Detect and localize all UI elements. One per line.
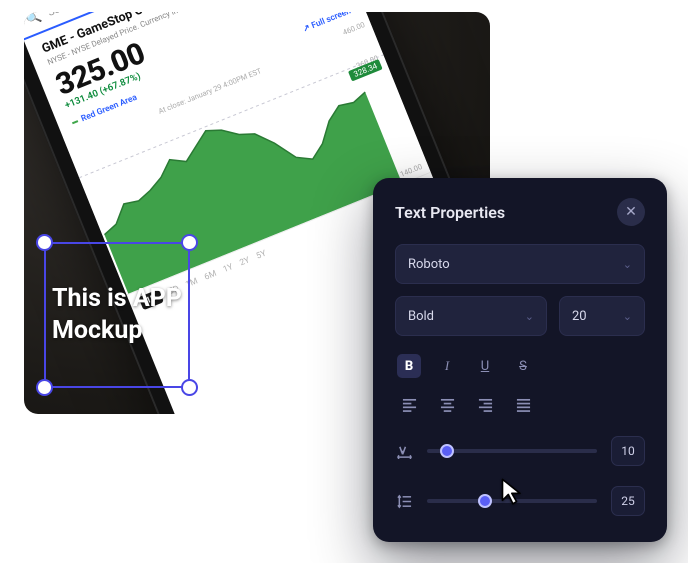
selection-handle-tr[interactable] <box>181 234 198 251</box>
chevron-down-icon: ⌄ <box>525 310 534 323</box>
range-6m[interactable]: 6M <box>203 268 218 282</box>
letter-spacing-thumb[interactable] <box>440 444 454 458</box>
bold-icon: B <box>405 359 413 374</box>
selected-text-content[interactable]: This is APP Mockup <box>52 254 182 376</box>
letter-spacing-readout[interactable]: 10 <box>611 436 645 466</box>
align-left-icon <box>402 397 417 412</box>
line-height-row: 25 <box>395 486 645 516</box>
strikethrough-icon: S <box>519 359 527 374</box>
font-weight-value: Bold <box>408 309 434 324</box>
close-button[interactable]: ✕ <box>617 198 645 226</box>
range-1y[interactable]: 1Y <box>222 262 235 275</box>
text-align-row <box>395 392 645 416</box>
line-height-slider[interactable] <box>427 499 597 503</box>
font-weight-select[interactable]: Bold ⌄ <box>395 296 547 336</box>
line-height-readout[interactable]: 25 <box>611 486 645 516</box>
chevron-down-icon: ⌄ <box>623 310 632 323</box>
range-2y[interactable]: 2Y <box>238 255 251 268</box>
letter-spacing-icon <box>395 444 413 459</box>
align-right-icon <box>478 397 493 412</box>
text-selection-box[interactable]: This is APP Mockup <box>34 232 200 398</box>
align-center-icon <box>440 397 455 412</box>
align-center-button[interactable] <box>435 392 459 416</box>
align-left-button[interactable] <box>397 392 421 416</box>
align-justify-icon <box>516 397 531 412</box>
letter-spacing-slider[interactable] <box>427 449 597 453</box>
underline-icon: U <box>481 359 489 374</box>
line-height-icon <box>395 494 413 509</box>
underline-button[interactable]: U <box>473 354 497 378</box>
font-family-select[interactable]: Roboto ⌄ <box>395 244 645 284</box>
selection-handle-bl[interactable] <box>36 379 53 396</box>
search-icon: 🔍 <box>24 12 43 27</box>
selection-handle-tl[interactable] <box>36 234 53 251</box>
text-style-row: B I U S <box>395 354 645 378</box>
font-family-value: Roboto <box>408 257 450 272</box>
panel-title: Text Properties <box>395 203 505 222</box>
text-properties-panel: Text Properties ✕ Roboto ⌄ Bold ⌄ 20 ⌄ B… <box>373 178 667 542</box>
strikethrough-button[interactable]: S <box>511 354 535 378</box>
bold-button[interactable]: B <box>397 354 421 378</box>
font-size-select[interactable]: 20 ⌄ <box>559 296 645 336</box>
close-icon: ✕ <box>625 204 637 220</box>
range-5y[interactable]: 5Y <box>255 248 268 261</box>
italic-button[interactable]: I <box>435 354 459 378</box>
italic-icon: I <box>445 358 449 374</box>
chevron-down-icon: ⌄ <box>623 258 632 271</box>
line-height-thumb[interactable] <box>478 494 492 508</box>
selection-handle-br[interactable] <box>181 379 198 396</box>
align-justify-button[interactable] <box>511 392 535 416</box>
letter-spacing-row: 10 <box>395 436 645 466</box>
align-right-button[interactable] <box>473 392 497 416</box>
font-size-value: 20 <box>572 309 587 324</box>
